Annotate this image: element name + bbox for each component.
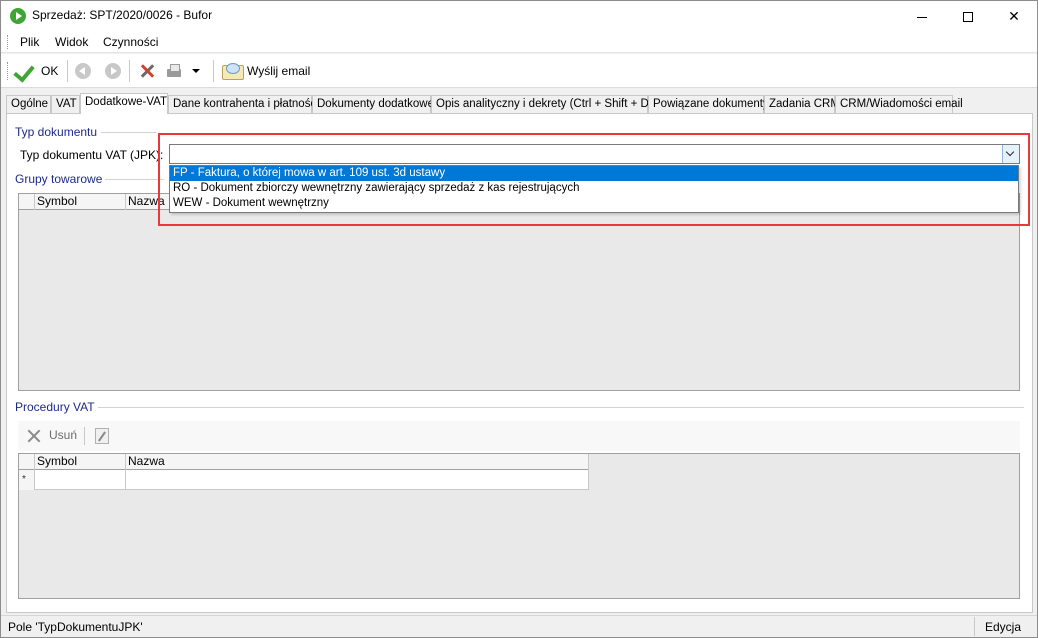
cell-nazwa[interactable] <box>126 470 589 490</box>
group-typ-dokumentu: Typ dokumentu <box>15 125 101 139</box>
window-title: Sprzedaż: SPT/2020/0026 - Bufor <box>32 8 213 22</box>
toolbar: OK Wyślij email <box>1 54 1037 88</box>
dropdown-option-fp[interactable]: FP - Faktura, o której mowa w art. 109 u… <box>170 166 1018 181</box>
column-symbol[interactable]: Symbol <box>35 194 126 210</box>
menu-bar: Plik Widok Czynności <box>1 31 1037 53</box>
maximize-icon <box>963 12 973 23</box>
check-icon <box>15 60 37 82</box>
row-selector: * <box>19 470 35 490</box>
row-selector-header <box>19 194 35 210</box>
tab-dokumenty-dodatkowe[interactable]: Dokumenty dodatkowe <box>312 95 434 113</box>
menu-czynnosci[interactable]: Czynności <box>103 35 158 49</box>
new-row-star-icon: * <box>22 474 26 485</box>
close-button[interactable]: ✕ <box>991 1 1037 31</box>
status-mode: Edycja <box>985 620 1022 634</box>
new-row[interactable]: * <box>19 470 589 490</box>
combo-dropdown-button[interactable] <box>1002 145 1019 163</box>
tab-vat[interactable]: VAT <box>51 95 80 113</box>
tools-button[interactable] <box>138 59 156 83</box>
tab-powiazane-dokumenty[interactable]: Powiązane dokumenty <box>648 95 769 113</box>
group-divider <box>101 132 156 133</box>
arrow-right-icon <box>105 63 121 79</box>
tab-crm-wiadomosci[interactable]: CRM/Wiadomości email <box>835 95 963 113</box>
typ-dokumentu-vat-combo[interactable] <box>169 144 1020 164</box>
status-bar: Pole 'TypDokumentuJPK' Edycja <box>1 615 1037 637</box>
print-button[interactable] <box>165 59 183 83</box>
dropdown-option-wew[interactable]: WEW - Dokument wewnętrzny <box>170 196 1018 211</box>
grupy-towarowe-grid[interactable]: Symbol Nazwa <box>18 193 1020 391</box>
delete-x-icon <box>26 428 42 444</box>
edit-icon[interactable] <box>95 428 109 444</box>
arrow-left-icon <box>75 63 91 79</box>
menu-grip <box>7 35 10 49</box>
next-button[interactable] <box>105 59 121 83</box>
group-divider <box>104 179 164 180</box>
delete-button[interactable]: Usuń <box>49 428 77 442</box>
tab-ogolne[interactable]: Ogólne <box>6 95 51 113</box>
toolbar-grip <box>7 62 10 80</box>
grid-header: Symbol Nazwa <box>19 454 589 470</box>
menu-plik[interactable]: Plik <box>20 35 39 49</box>
dropdown-option-ro[interactable]: RO - Dokument zbiorczy wewnętrzny zawier… <box>170 181 1018 196</box>
previous-button[interactable] <box>75 59 91 83</box>
toolbar-separator <box>129 60 130 82</box>
toolbar-separator <box>213 60 214 82</box>
group-procedury-vat: Procedury VAT <box>15 400 98 414</box>
email-icon <box>221 62 244 80</box>
tab-dodatkowe-vat[interactable]: Dodatkowe-VAT <box>80 93 168 114</box>
tab-opis-analityczny[interactable]: Opis analityczny i dekrety (Ctrl + Shift… <box>431 95 653 113</box>
maximize-button[interactable] <box>945 1 991 31</box>
procedury-vat-grid[interactable]: Symbol Nazwa * <box>18 453 1020 599</box>
tab-zadania-crm[interactable]: Zadania CRM <box>764 95 840 113</box>
send-email-button[interactable]: Wyślij email <box>221 59 310 83</box>
group-divider <box>94 407 1024 408</box>
chevron-down-icon <box>192 67 200 75</box>
ok-label: OK <box>41 64 59 78</box>
column-symbol[interactable]: Symbol <box>35 454 126 470</box>
minimize-button[interactable] <box>899 1 945 31</box>
group-grupy-towarowe: Grupy towarowe <box>15 172 106 186</box>
toolbar-separator <box>84 427 85 445</box>
row-selector-header <box>19 454 35 470</box>
cell-symbol[interactable] <box>35 470 126 490</box>
tools-icon <box>138 62 156 80</box>
send-email-label: Wyślij email <box>247 64 311 78</box>
print-options-dropdown[interactable] <box>192 59 200 83</box>
tab-dane-kontrahenta[interactable]: Dane kontrahenta i płatności <box>168 95 319 113</box>
sale-document-window: Sprzedaż: SPT/2020/0026 - Bufor ✕ Plik W… <box>0 0 1038 638</box>
procedury-toolbar: Usuń <box>18 421 1020 451</box>
typ-dokumentu-dropdown-list: FP - Faktura, o której mowa w art. 109 u… <box>169 165 1019 213</box>
typ-dokumentu-vat-label: Typ dokumentu VAT (JPK): <box>20 148 164 162</box>
status-field-name: Pole 'TypDokumentuJPK' <box>8 620 143 634</box>
toolbar-separator <box>67 60 68 82</box>
printer-icon <box>165 63 183 79</box>
column-nazwa[interactable]: Nazwa <box>126 194 172 210</box>
minimize-icon <box>917 16 927 18</box>
app-play-icon <box>10 8 26 24</box>
status-separator <box>974 617 975 636</box>
menu-widok[interactable]: Widok <box>55 35 88 49</box>
ok-button[interactable]: OK <box>15 59 58 83</box>
title-bar: Sprzedaż: SPT/2020/0026 - Bufor ✕ <box>1 1 1037 31</box>
column-nazwa[interactable]: Nazwa <box>126 454 589 470</box>
